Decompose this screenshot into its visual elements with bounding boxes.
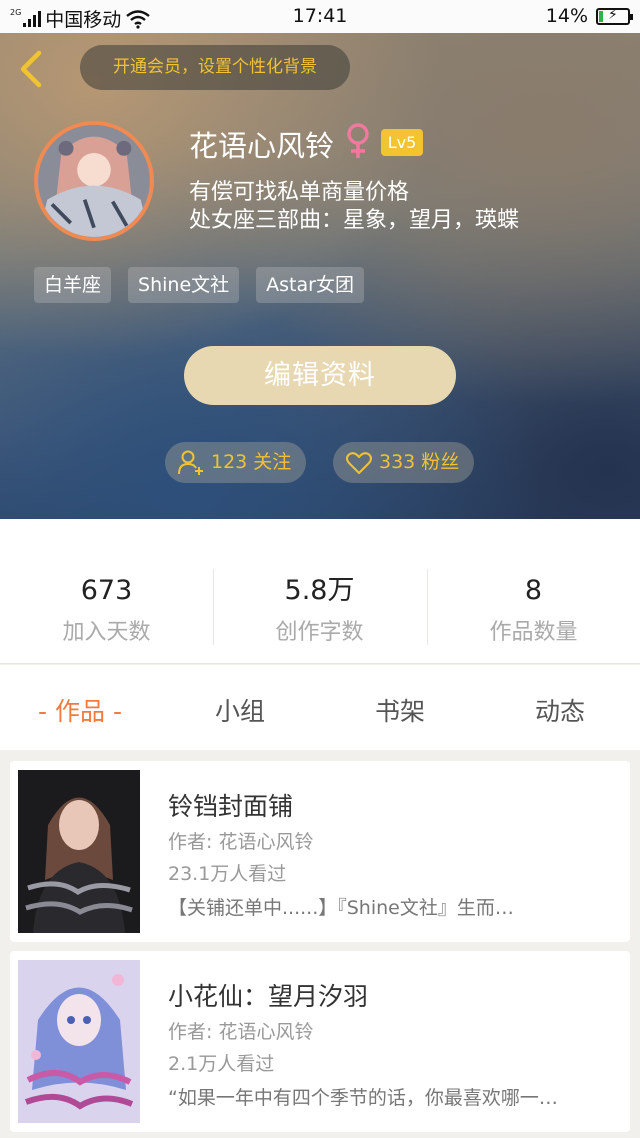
following-button[interactable]: 123 关注 [165,442,306,483]
add-user-icon [178,450,203,475]
work-author: 作者: 花语心风铃 [168,1021,314,1043]
work-views: 23.1万人看过 [168,863,287,885]
tag[interactable]: Astar女团 [256,267,364,303]
book-cover-image [18,770,140,933]
battery-icon: ⚡ [596,6,633,25]
tab-bookshelf[interactable]: 书架 [320,692,480,728]
tag-list: 白羊座 Shine文社 Astar女团 [34,267,364,303]
battery-percent: 14% [545,5,588,27]
stat-days: 673 加入天数 [0,574,213,646]
charging-icon: ⚡ [608,6,618,23]
list-item[interactable]: 小花仙：望月汐羽 作者: 花语心风铃 2.1万人看过 “如果一年中有四个季节的话… [10,951,630,1132]
status-right: 14% ⚡ [545,5,633,27]
stat-value: 5.8万 [284,575,355,606]
following-label: 123 关注 [211,451,292,473]
work-description: “如果一年中有四个季节的话，你最喜欢哪一… [168,1087,558,1109]
work-views: 2.1万人看过 [168,1053,275,1075]
stats-panel: 673 加入天数 5.8万 创作字数 8 作品数量 [0,519,640,664]
stat-label: 加入天数 [62,620,151,645]
chevron-left-icon[interactable] [14,49,54,89]
book-cover[interactable] [18,770,140,933]
tab-activity[interactable]: 动态 [480,692,640,728]
heart-icon [346,451,372,474]
followers-button[interactable]: 333 粉丝 [333,442,474,483]
followers-label: 333 粉丝 [379,451,460,473]
bio-line: 处女座三部曲：星象，望月，瑛蝶 [189,208,520,233]
bio: 有偿可找私单商量价格 处女座三部曲：星象，望月，瑛蝶 [189,179,519,235]
tab-works[interactable]: - 作品 - [0,692,160,728]
stat-label: 作品数量 [489,620,578,645]
stat-value: 673 [80,575,133,606]
stat-value: 8 [524,575,543,606]
battery-level [599,10,604,22]
work-title[interactable]: 小花仙：望月汐羽 [168,977,368,1013]
work-description: 【关铺还单中......】『Shine文社』生而… [168,897,514,919]
stat-works: 8 作品数量 [427,574,640,646]
tag[interactable]: 白羊座 [34,267,112,303]
vip-background-prompt[interactable]: 开通会员，设置个性化背景 [80,45,350,90]
profile-screen: 2G 中国移动 17:41 14% ⚡ 开通会员，设置个性化背景 花语心风铃 L… [0,0,640,1138]
username: 花语心风铃 [189,129,335,163]
female-icon [347,123,369,158]
stat-label: 创作字数 [275,620,364,645]
avatar[interactable] [34,121,154,241]
book-cover[interactable] [18,960,140,1123]
tab-groups[interactable]: 小组 [160,692,320,728]
tag[interactable]: Shine文社 [128,267,240,303]
edit-profile-button[interactable]: 编辑资料 [184,346,456,405]
avatar-image [38,125,150,237]
tab-bar: - 作品 - 小组 书架 动态 [0,665,640,750]
works-list: 铃铛封面铺 作者: 花语心风铃 23.1万人看过 【关铺还单中......】『S… [0,750,640,1138]
list-item[interactable]: 铃铛封面铺 作者: 花语心风铃 23.1万人看过 【关铺还单中......】『S… [10,761,630,942]
work-title[interactable]: 铃铛封面铺 [168,787,293,823]
bio-line: 有偿可找私单商量价格 [189,180,410,205]
status-time: 17:41 [292,5,348,27]
profile-header: 开通会员，设置个性化背景 花语心风铃 Lv5 有偿可找私单商量价格 处女座三部曲… [0,33,640,519]
book-cover-image [18,960,140,1123]
stat-words: 5.8万 创作字数 [213,574,426,646]
work-author: 作者: 花语心风铃 [168,831,314,853]
level-badge: Lv5 [381,129,423,156]
status-bar: 2G 中国移动 17:41 14% ⚡ [0,0,640,33]
